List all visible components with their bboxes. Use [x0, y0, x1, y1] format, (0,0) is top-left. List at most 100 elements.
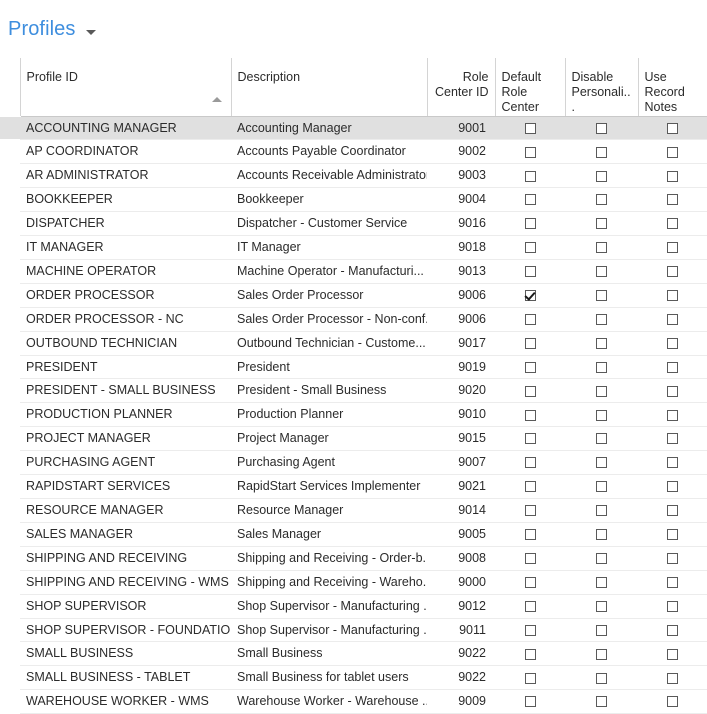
row-selector[interactable] [0, 570, 20, 594]
table-row[interactable]: PRESIDENT President 9019 [0, 355, 707, 380]
checkbox-unchecked-icon[interactable] [596, 290, 607, 302]
cell-description[interactable]: Purchasing Agent [231, 450, 427, 476]
cell-disable-personalization[interactable] [565, 355, 638, 380]
table-row[interactable]: ORDER PROCESSOR - NC Sales Order Processo… [0, 307, 707, 332]
cell-role-center-id[interactable]: 9008 [427, 546, 495, 571]
cell-description[interactable]: Production Planner [231, 402, 427, 428]
column-header-description[interactable]: Description [230, 58, 427, 117]
cell-description[interactable]: Small Business for tablet users [231, 665, 427, 691]
cell-role-center-id[interactable]: 9005 [427, 522, 495, 547]
checkbox-unchecked-icon[interactable] [596, 576, 607, 588]
checkbox-unchecked-icon[interactable] [524, 385, 536, 397]
cell-description[interactable]: President [231, 355, 427, 380]
cell-description[interactable]: Shipping and Receiving - Wareho... [231, 570, 427, 595]
table-row[interactable]: SHOP SUPERVISOR - FOUNDATION Shop Supervi… [0, 618, 707, 643]
cell-disable-personalization[interactable] [565, 546, 638, 571]
table-row[interactable]: SALES MANAGER Sales Manager 9005 [0, 522, 707, 547]
cell-role-center-id[interactable]: 9015 [427, 426, 495, 452]
cell-use-record-notes[interactable] [638, 211, 707, 237]
checkbox-unchecked-icon[interactable] [524, 313, 536, 325]
cell-profile-id[interactable]: OUTBOUND TECHNICIAN [20, 331, 231, 356]
cell-default-role-center[interactable] [495, 474, 565, 499]
checkbox-unchecked-icon[interactable] [524, 266, 536, 278]
cell-profile-id[interactable]: RAPIDSTART SERVICES [20, 474, 231, 499]
cell-role-center-id[interactable]: 9003 [427, 163, 495, 189]
cell-default-role-center[interactable] [495, 187, 565, 213]
row-selector[interactable] [0, 403, 20, 427]
checkbox-unchecked-icon[interactable] [596, 409, 607, 421]
row-selector[interactable] [0, 259, 20, 283]
cell-disable-personalization[interactable] [565, 187, 638, 213]
row-selector[interactable] [0, 499, 20, 523]
cell-profile-id[interactable]: PRESIDENT - SMALL BUSINESS [20, 378, 231, 404]
row-selector[interactable] [0, 116, 20, 140]
cell-default-role-center[interactable] [495, 355, 565, 380]
cell-default-role-center[interactable] [495, 259, 565, 284]
cell-default-role-center[interactable] [495, 498, 565, 523]
row-selector[interactable] [0, 212, 20, 236]
checkbox-unchecked-icon[interactable] [596, 218, 607, 230]
row-selector[interactable] [0, 690, 20, 714]
page-title[interactable]: Profiles [8, 17, 76, 41]
table-row[interactable]: SHIPPING AND RECEIVING Shipping and Recei… [0, 546, 707, 571]
cell-description[interactable]: Sales Manager [231, 522, 427, 547]
checkbox-unchecked-icon[interactable] [667, 122, 678, 134]
checkbox-unchecked-icon[interactable] [524, 218, 536, 230]
cell-disable-personalization[interactable] [565, 283, 638, 308]
table-row[interactable]: DISPATCHER Dispatcher - Customer Service 9… [0, 211, 707, 237]
cell-profile-id[interactable]: PRESIDENT [20, 355, 231, 380]
checkbox-unchecked-icon[interactable] [524, 624, 536, 636]
checkbox-unchecked-icon[interactable] [667, 194, 678, 206]
cell-disable-personalization[interactable] [565, 116, 638, 141]
cell-profile-id[interactable]: SHIPPING AND RECEIVING [20, 546, 231, 571]
cell-role-center-id[interactable]: 9014 [427, 498, 495, 523]
cell-role-center-id[interactable]: 9020 [427, 378, 495, 404]
cell-disable-personalization[interactable] [565, 641, 638, 667]
cell-default-role-center[interactable] [495, 689, 565, 714]
checkbox-unchecked-icon[interactable] [667, 481, 678, 493]
checkbox-unchecked-icon[interactable] [667, 672, 678, 684]
cell-use-record-notes[interactable] [638, 426, 707, 452]
cell-use-record-notes[interactable] [638, 283, 707, 308]
row-selector[interactable] [0, 618, 20, 642]
cell-description[interactable]: Dispatcher - Customer Service [231, 211, 427, 237]
cell-use-record-notes[interactable] [638, 402, 707, 428]
checkbox-unchecked-icon[interactable] [596, 672, 607, 684]
cell-role-center-id[interactable]: 9006 [427, 283, 495, 308]
checkbox-unchecked-icon[interactable] [596, 553, 607, 565]
cell-use-record-notes[interactable] [638, 163, 707, 189]
row-selector[interactable] [0, 546, 20, 570]
cell-disable-personalization[interactable] [565, 307, 638, 332]
cell-profile-id[interactable]: WAREHOUSE WORKER - WMS [20, 689, 231, 714]
table-row[interactable]: AP COORDINATOR Accounts Payable Coordinat… [0, 139, 707, 165]
cell-use-record-notes[interactable] [638, 641, 707, 667]
table-row[interactable]: OUTBOUND TECHNICIAN Outbound Technician -… [0, 331, 707, 356]
checkbox-unchecked-icon[interactable] [524, 457, 536, 469]
cell-default-role-center[interactable] [495, 235, 565, 260]
cell-profile-id[interactable]: AR ADMINISTRATOR [20, 163, 231, 189]
checkbox-unchecked-icon[interactable] [524, 194, 536, 206]
cell-default-role-center[interactable] [495, 426, 565, 452]
row-selector[interactable] [0, 642, 20, 666]
checkbox-unchecked-icon[interactable] [667, 576, 678, 588]
cell-role-center-id[interactable]: 9001 [427, 116, 495, 141]
checkbox-checked-icon[interactable] [524, 290, 536, 302]
checkbox-unchecked-icon[interactable] [524, 481, 536, 493]
row-selector[interactable] [0, 451, 20, 475]
row-selector[interactable] [0, 164, 20, 188]
cell-disable-personalization[interactable] [565, 522, 638, 547]
cell-profile-id[interactable]: AP COORDINATOR [20, 139, 231, 165]
cell-role-center-id[interactable]: 9022 [427, 641, 495, 667]
row-selector[interactable] [0, 283, 20, 307]
checkbox-unchecked-icon[interactable] [667, 457, 678, 469]
cell-default-role-center[interactable] [495, 116, 565, 141]
cell-role-center-id[interactable]: 9016 [427, 211, 495, 237]
cell-role-center-id[interactable]: 9012 [427, 594, 495, 619]
checkbox-unchecked-icon[interactable] [596, 361, 607, 373]
cell-use-record-notes[interactable] [638, 235, 707, 260]
checkbox-unchecked-icon[interactable] [667, 242, 678, 254]
cell-description[interactable]: Warehouse Worker - Warehouse ... [231, 689, 427, 714]
cell-role-center-id[interactable]: 9021 [427, 474, 495, 499]
cell-disable-personalization[interactable] [565, 211, 638, 237]
checkbox-unchecked-icon[interactable] [524, 576, 536, 588]
